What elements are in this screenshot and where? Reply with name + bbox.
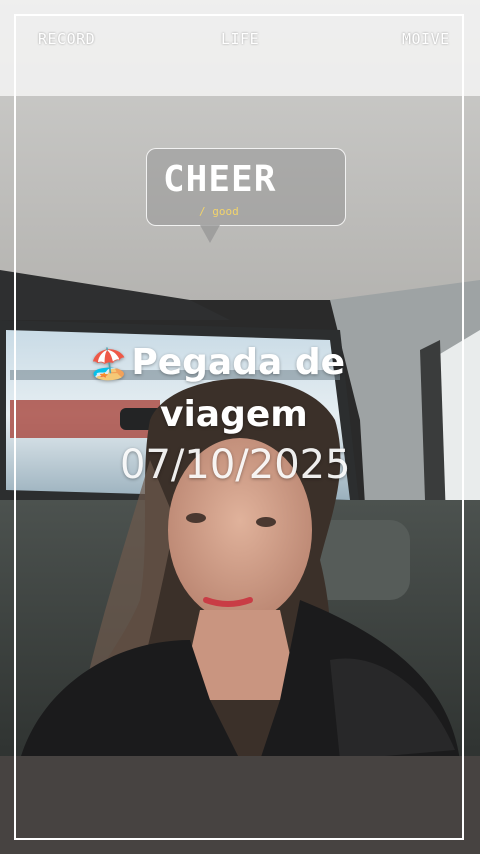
life-label: LIFE [221, 30, 260, 48]
record-label: RECORD [38, 30, 96, 48]
sticker-subtitle: / good [199, 205, 239, 218]
photo-scene: RECORD LIFE MOIVE CHEER / good 🏖️ Pegada … [0, 0, 480, 854]
caption-line-1: 🏖️ Pegada de [90, 336, 430, 392]
caption-title: Pegada de [131, 342, 346, 383]
caption-line-2: viagem [160, 394, 308, 435]
movie-label: MOIVE [402, 30, 450, 48]
sticker-title: CHEER [163, 159, 277, 200]
caption-date: 07/10/2025 [120, 442, 351, 488]
beach-umbrella-icon: 🏖️ [90, 347, 128, 382]
sticker-tail [200, 225, 220, 243]
cheer-sticker: CHEER / good [146, 148, 346, 226]
caption-overlay: 🏖️ Pegada de viagem 07/10/2025 [90, 336, 430, 492]
